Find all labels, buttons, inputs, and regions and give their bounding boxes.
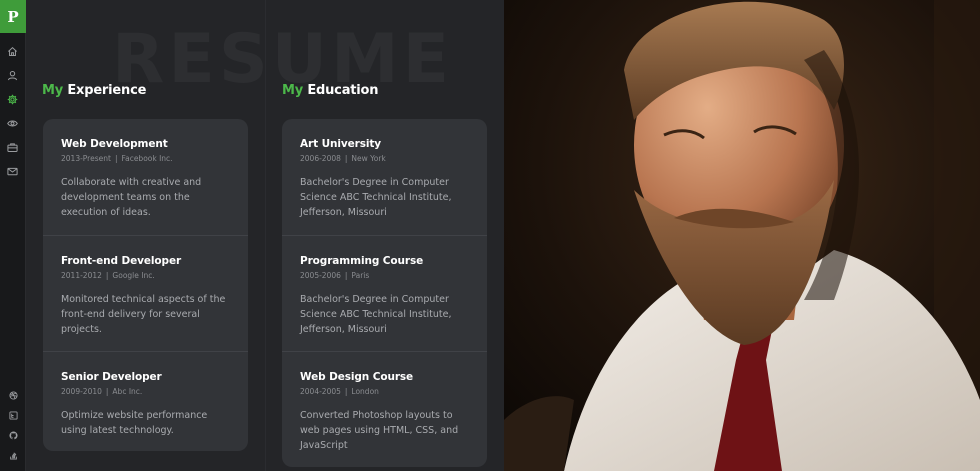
behance-icon bbox=[8, 410, 18, 420]
resume-section: RESUME My Experience Web Development 201… bbox=[26, 0, 504, 471]
nav-contact[interactable] bbox=[0, 159, 26, 183]
experience-item-org: Abc Inc. bbox=[112, 387, 143, 396]
education-item-meta: 2004-2005 | London bbox=[300, 387, 469, 396]
education-item-desc: Bachelor's Degree in Computer Science AB… bbox=[300, 177, 452, 218]
education-item: Art University 2006-2008 | New York Bachel… bbox=[282, 119, 487, 235]
education-item-place: Paris bbox=[351, 271, 370, 280]
education-item-place: New York bbox=[351, 154, 386, 163]
nav-portfolio[interactable] bbox=[0, 111, 26, 135]
nav-about[interactable] bbox=[0, 63, 26, 87]
social-links bbox=[0, 385, 26, 465]
experience-item-period: 2011-2012 bbox=[61, 271, 102, 280]
logo[interactable]: P bbox=[0, 0, 26, 33]
social-dribbble[interactable] bbox=[0, 385, 26, 405]
experience-item-title: Senior Developer bbox=[61, 371, 162, 383]
experience-heading-accent: My bbox=[42, 83, 64, 98]
experience-item-desc: Monitored technical aspects of the front… bbox=[61, 294, 226, 335]
profile-photo bbox=[504, 0, 980, 471]
experience-item-title: Web Development bbox=[61, 138, 168, 150]
education-item-title: Programming Course bbox=[300, 255, 424, 267]
user-icon bbox=[7, 70, 18, 80]
education-item-period: 2006-2008 bbox=[300, 154, 341, 163]
meta-separator: | bbox=[105, 271, 109, 280]
portrait-illustration bbox=[504, 0, 980, 471]
sidebar: P bbox=[0, 0, 26, 471]
experience-item-meta: 2009-2010 | Abc Inc. bbox=[61, 387, 230, 396]
gear-icon bbox=[7, 94, 18, 104]
education-heading: My Education bbox=[282, 83, 379, 98]
education-heading-accent: My bbox=[282, 83, 304, 98]
education-item-period: 2005-2006 bbox=[300, 271, 341, 280]
meta-separator: | bbox=[105, 387, 109, 396]
education-item-desc: Bachelor's Degree in Computer Science AB… bbox=[300, 294, 452, 335]
experience-item-org: Google Inc. bbox=[112, 271, 155, 280]
education-item-title: Art University bbox=[300, 138, 382, 150]
experience-item: Web Development 2013-Present | Facebook In… bbox=[43, 119, 248, 235]
experience-item: Front-end Developer 2011-2012 | Google Inc… bbox=[43, 235, 248, 351]
social-github[interactable] bbox=[0, 425, 26, 445]
meta-separator: | bbox=[344, 271, 348, 280]
experience-item-meta: 2013-Present | Facebook Inc. bbox=[61, 154, 230, 163]
experience-item-desc: Collaborate with creative and developmen… bbox=[61, 177, 202, 218]
education-item-meta: 2005-2006 | Paris bbox=[300, 271, 469, 280]
experience-heading-text: Experience bbox=[63, 83, 147, 98]
nav-blog[interactable] bbox=[0, 135, 26, 159]
experience-card: Web Development 2013-Present | Facebook In… bbox=[43, 119, 248, 451]
meta-separator: | bbox=[344, 387, 348, 396]
mail-icon bbox=[7, 167, 18, 175]
social-behance[interactable] bbox=[0, 405, 26, 425]
education-item-title: Web Design Course bbox=[300, 371, 414, 383]
stackoverflow-icon bbox=[9, 451, 17, 460]
experience-item-period: 2009-2010 bbox=[61, 387, 102, 396]
meta-separator: | bbox=[344, 154, 348, 163]
sidebar-nav bbox=[0, 39, 25, 183]
experience-item-meta: 2011-2012 | Google Inc. bbox=[61, 271, 230, 280]
dribbble-icon bbox=[8, 390, 18, 400]
education-item: Programming Course 2005-2006 | Paris Bache… bbox=[282, 235, 487, 351]
experience-item: Senior Developer 2009-2010 | Abc Inc. Opti… bbox=[43, 351, 248, 451]
nav-home[interactable] bbox=[0, 39, 26, 63]
nav-resume[interactable] bbox=[0, 87, 26, 111]
education-card: Art University 2006-2008 | New York Bachel… bbox=[282, 119, 487, 467]
education-heading-text: Education bbox=[303, 83, 379, 98]
education-item-place: London bbox=[351, 387, 379, 396]
experience-item-period: 2013-Present bbox=[61, 154, 111, 163]
social-stackoverflow[interactable] bbox=[0, 445, 26, 465]
education-item: Web Design Course 2004-2005 | London Conve… bbox=[282, 351, 487, 467]
education-item-meta: 2006-2008 | New York bbox=[300, 154, 469, 163]
logo-letter: P bbox=[7, 7, 19, 26]
meta-separator: | bbox=[114, 154, 118, 163]
experience-item-title: Front-end Developer bbox=[61, 255, 182, 267]
education-item-desc: Converted Photoshop layouts to web pages… bbox=[300, 410, 459, 451]
github-icon bbox=[8, 431, 18, 439]
education-item-period: 2004-2005 bbox=[300, 387, 341, 396]
eye-icon bbox=[7, 120, 18, 126]
experience-item-org: Facebook Inc. bbox=[121, 154, 173, 163]
experience-item-desc: Optimize website performance using lates… bbox=[61, 410, 208, 436]
home-icon bbox=[8, 46, 17, 56]
experience-heading: My Experience bbox=[42, 83, 146, 98]
briefcase-icon bbox=[7, 142, 18, 152]
